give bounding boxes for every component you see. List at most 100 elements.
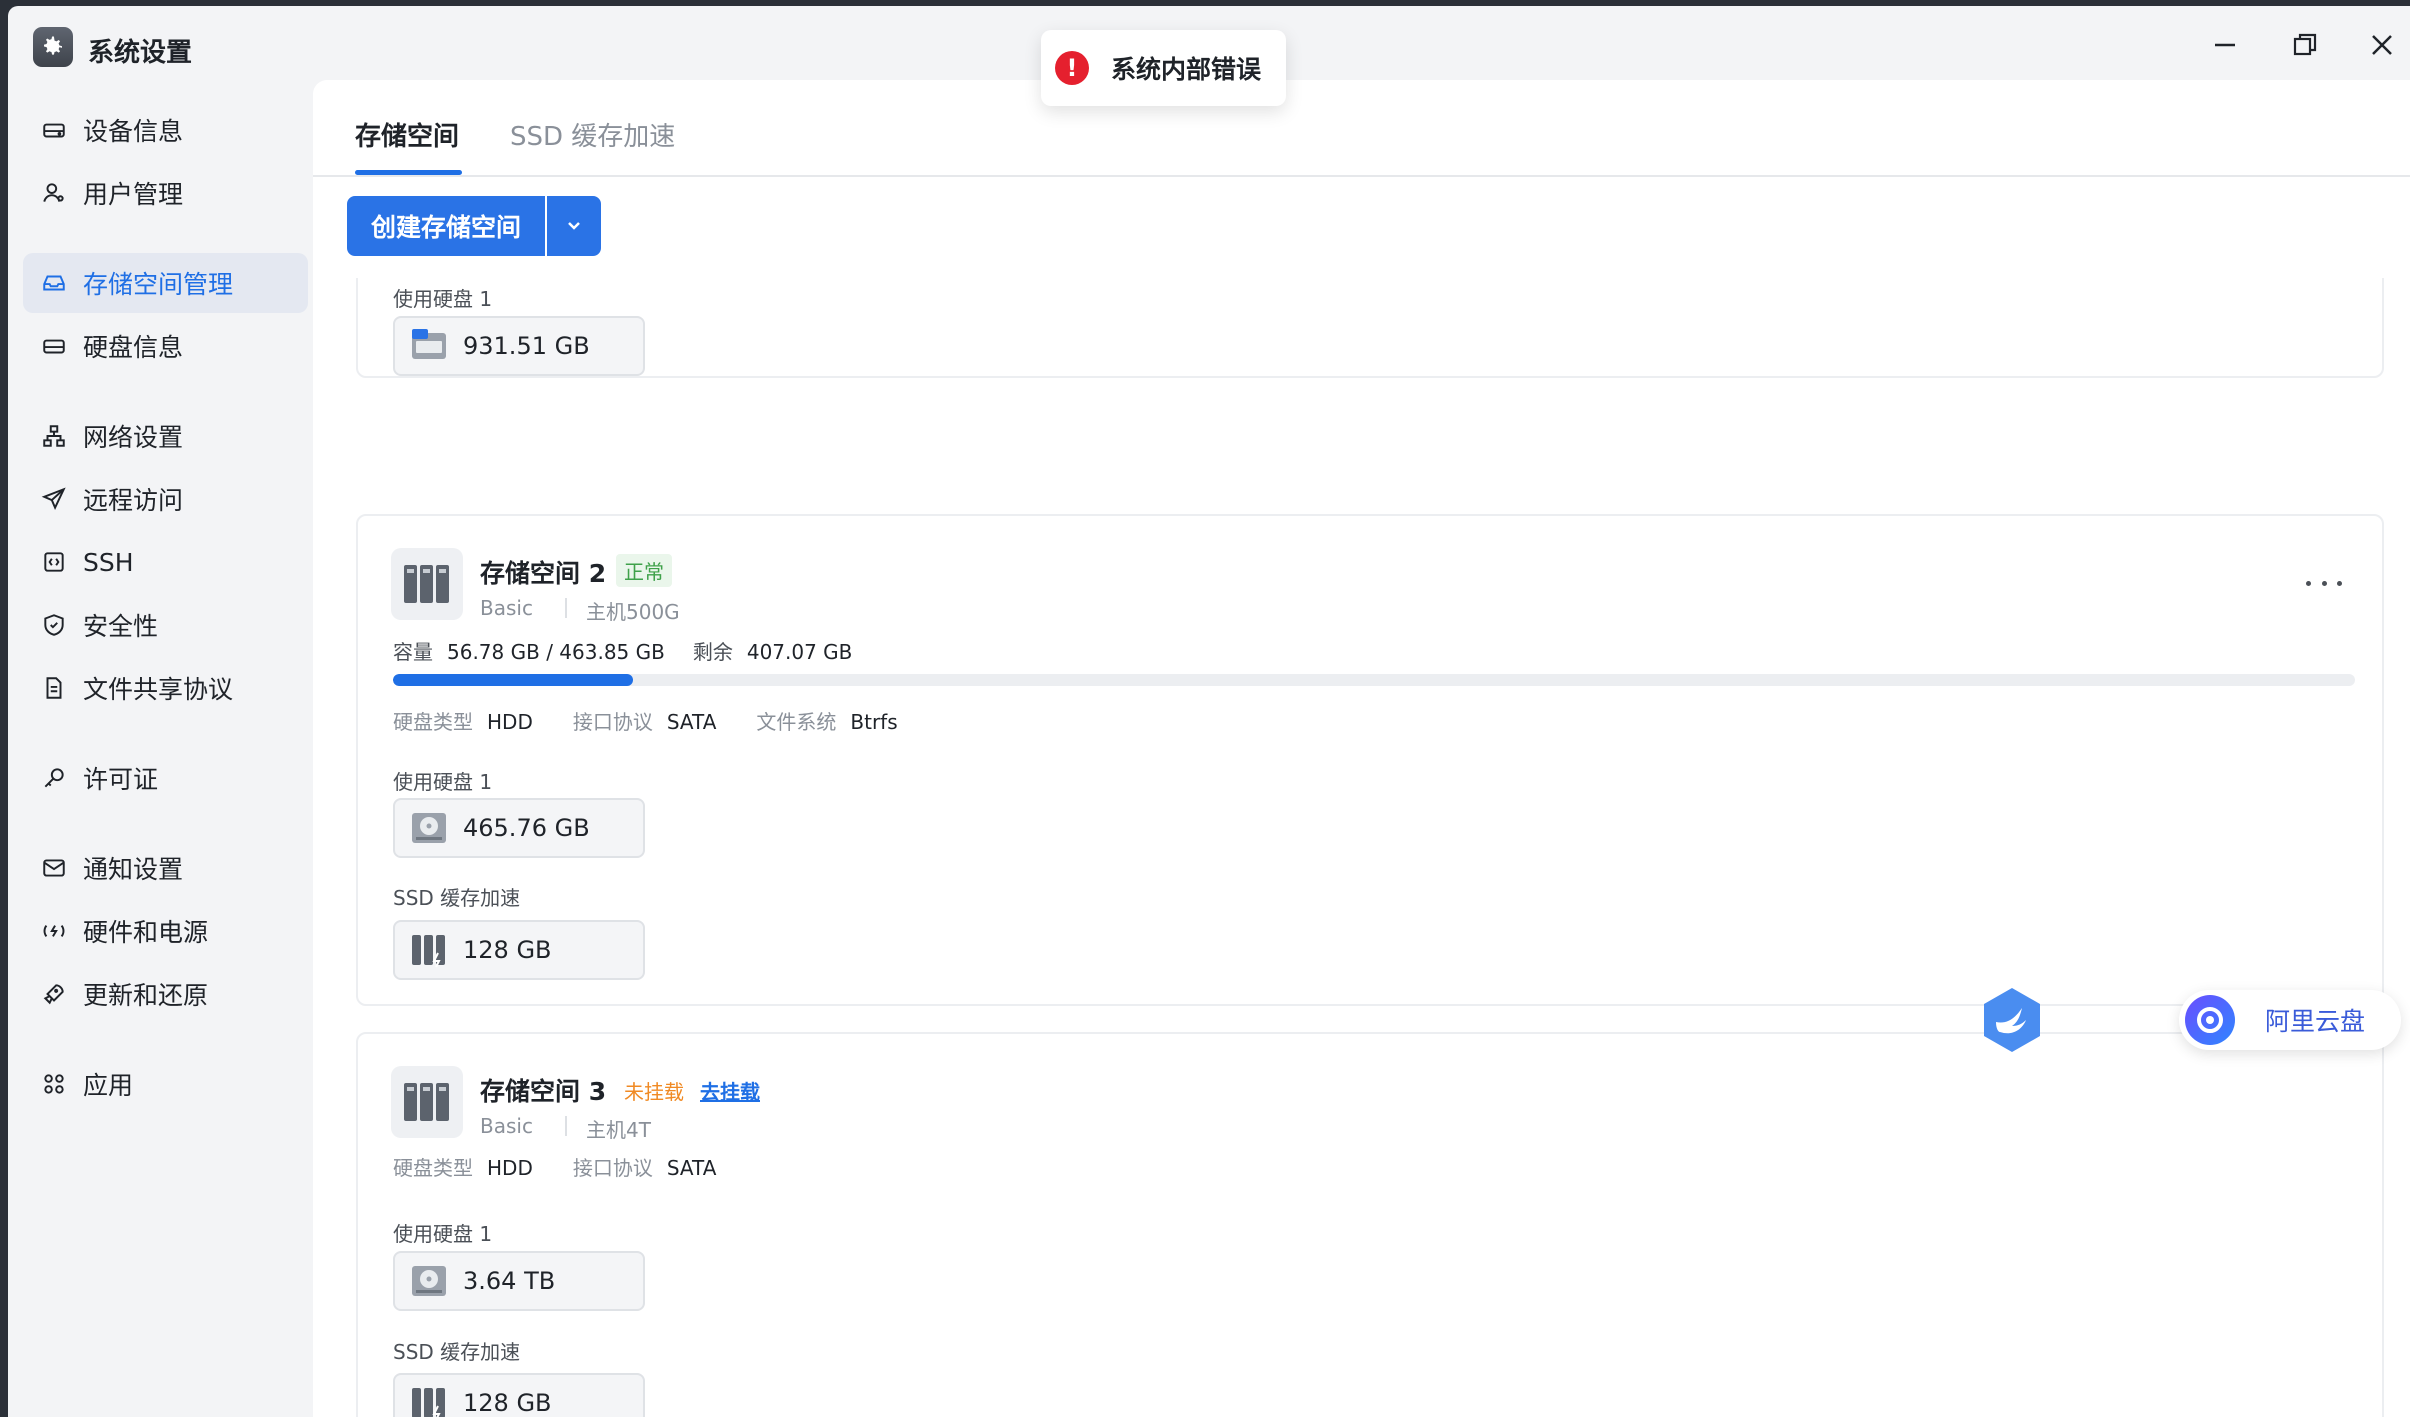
interface-value: SATA <box>666 710 717 734</box>
sidebar-item-hardware-power[interactable]: 硬件和电源 <box>23 901 308 961</box>
aliyun-drive-icon <box>2185 995 2235 1045</box>
sidebar-item-label: 远程访问 <box>83 486 184 515</box>
divider <box>565 598 567 618</box>
remaining-value: 407.07 GB <box>746 640 853 664</box>
sidebar-item-label: 硬件和电源 <box>83 918 209 947</box>
sidebar-item-network[interactable]: 网络设置 <box>23 406 308 466</box>
disk-chip[interactable]: 465.76 GB <box>393 798 645 858</box>
ssd-cache-icon <box>409 1383 449 1417</box>
hdd-icon <box>409 808 449 848</box>
sidebar-item-users[interactable]: 用户管理 <box>23 163 308 223</box>
used-disks-label: 使用硬盘 1 <box>393 770 493 794</box>
capacity-label: 容量 <box>393 640 433 664</box>
settings-window: 系统设置 设备信息 用户管理 存储空间管理 硬盘信息 网络设置 远程访问 SSH… <box>8 6 2410 1417</box>
sidebar-item-label: 许可证 <box>83 765 159 794</box>
sidebar-item-device-info[interactable]: 设备信息 <box>23 100 308 160</box>
disk-type-value: HDD <box>487 1156 533 1180</box>
sidebar-item-remote-access[interactable]: 远程访问 <box>23 469 308 529</box>
sidebar-item-ssh[interactable]: SSH <box>23 532 308 592</box>
sidebar-item-label: 存储空间管理 <box>83 270 234 299</box>
toast-message: 系统内部错误 <box>1111 55 1262 84</box>
ssd-cache-icon <box>409 930 449 970</box>
raid-type: Basic <box>480 596 533 620</box>
sidebar-item-label: 用户管理 <box>83 180 184 209</box>
tab-ssd-cache[interactable]: SSD 缓存加速 <box>510 116 675 153</box>
active-tab-indicator <box>355 170 462 175</box>
sidebar-item-label: 文件共享协议 <box>83 675 234 704</box>
disk-type-label: 硬盘类型 <box>393 1156 473 1180</box>
disk-type-label: 硬盘类型 <box>393 710 473 734</box>
storage-pool-name: 存储空间 2 <box>480 559 607 588</box>
create-storage-button[interactable]: 创建存储空间 <box>347 196 545 256</box>
bird-icon <box>1984 988 2040 1052</box>
sidebar-item-label: 应用 <box>83 1071 134 1100</box>
status-badge: 未挂载 <box>624 1080 684 1104</box>
sidebar-item-security[interactable]: 安全性 <box>23 595 308 655</box>
sidebar-item-file-sharing[interactable]: 文件共享协议 <box>23 658 308 718</box>
disk-type-value: HDD <box>487 710 533 734</box>
aliyun-drive-widget[interactable]: 阿里云盘 <box>2179 990 2401 1050</box>
capacity-value: 56.78 GB / 463.85 GB <box>447 640 665 664</box>
storage-pool-card: 使用硬盘 1 931.51 GB <box>356 278 2384 378</box>
ssd-cache-label: SSD 缓存加速 <box>393 1340 521 1364</box>
storage-list[interactable]: 使用硬盘 1 931.51 GB 存储空间 2 正常 Basic 主机500G <box>313 278 2410 1417</box>
storage-pool-card: 存储空间 3 未挂载 去挂载 Basic 主机4T 硬盘类型 HDD 接口协议 … <box>356 1032 2384 1417</box>
bird-app-widget[interactable] <box>1976 984 2048 1056</box>
sidebar-item-disk-info[interactable]: 硬盘信息 <box>23 316 308 376</box>
create-storage-group: 创建存储空间 <box>347 196 601 256</box>
status-badge: 正常 <box>616 554 672 587</box>
sidebar-item-notifications[interactable]: 通知设置 <box>23 838 308 898</box>
disk-chip[interactable]: 931.51 GB <box>393 316 645 376</box>
ssd-icon <box>409 326 449 366</box>
remaining-label: 剩余 <box>692 640 733 664</box>
storage-pool-card: 存储空间 2 正常 Basic 主机500G 容量 56.78 GB / 463… <box>356 514 2384 1006</box>
chevron-down-icon <box>568 222 580 230</box>
capacity-progress-fill <box>393 674 634 686</box>
gear-icon <box>33 27 73 67</box>
main-panel: 存储空间 SSD 缓存加速 创建存储空间 使用硬盘 1 931.51 GB 存储… <box>313 80 2410 1417</box>
sidebar-item-apps[interactable]: 应用 <box>23 1054 308 1114</box>
raid-type: Basic <box>480 1114 533 1138</box>
sidebar-item-update-restore[interactable]: 更新和还原 <box>23 964 308 1024</box>
sidebar-item-storage[interactable]: 存储空间管理 <box>23 253 308 313</box>
sidebar-item-license[interactable]: 许可证 <box>23 748 308 808</box>
tab-bar: 存储空间 SSD 缓存加速 <box>313 80 2410 177</box>
close-icon[interactable] <box>2365 28 2399 62</box>
disk-icon <box>39 331 69 361</box>
hdd-icon <box>409 1261 449 1301</box>
disk-meta-row: 硬盘类型 HDD 接口协议 SATA 文件系统 Btrfs <box>393 706 898 735</box>
ssd-cache-size: 128 GB <box>463 1389 552 1417</box>
mount-link[interactable]: 去挂载 <box>700 1076 760 1105</box>
used-disks-label: 使用硬盘 1 <box>393 287 493 311</box>
sidebar-item-label: 更新和还原 <box>83 981 209 1010</box>
ssd-cache-size: 128 GB <box>463 936 552 964</box>
error-icon: ! <box>1055 51 1089 85</box>
create-storage-dropdown[interactable] <box>547 196 601 256</box>
capacity-row: 容量 56.78 GB / 463.85 GB 剩余 407.07 GB <box>393 636 852 665</box>
host-name: 主机4T <box>586 1118 651 1142</box>
disk-chip[interactable]: 3.64 TB <box>393 1251 645 1311</box>
storage-pool-icon <box>391 1066 463 1138</box>
filesystem-label: 文件系统 <box>756 710 837 734</box>
used-disks-label: 使用硬盘 1 <box>393 1222 493 1246</box>
shield-icon <box>39 610 69 640</box>
more-options-button[interactable] <box>2306 571 2342 595</box>
sidebar-item-label: 设备信息 <box>83 117 184 146</box>
send-icon <box>39 484 69 514</box>
ssd-cache-chip[interactable]: 128 GB <box>393 920 645 980</box>
sidebar-item-label: 通知设置 <box>83 855 184 884</box>
key-icon <box>39 763 69 793</box>
rocket-icon <box>39 979 69 1009</box>
tab-storage[interactable]: 存储空间 <box>355 116 459 153</box>
apps-icon <box>39 1069 69 1099</box>
sidebar-item-label: SSH <box>83 547 134 577</box>
filesystem-value: Btrfs <box>850 710 898 734</box>
network-icon <box>39 421 69 451</box>
power-icon <box>39 916 69 946</box>
maximize-icon[interactable] <box>2288 28 2322 62</box>
minimize-icon[interactable] <box>2208 28 2242 62</box>
interface-label: 接口协议 <box>572 710 653 734</box>
aliyun-drive-label: 阿里云盘 <box>2265 1007 2366 1036</box>
ssd-cache-chip[interactable]: 128 GB <box>393 1373 645 1417</box>
document-icon <box>39 673 69 703</box>
